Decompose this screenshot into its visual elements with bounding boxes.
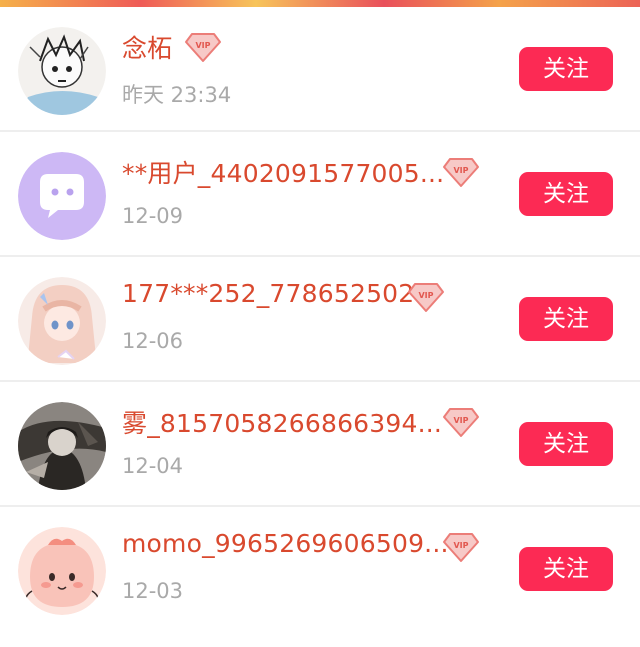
follower-list: 念柘 VIP 昨天 23:34 关注 **用户_4402091577005...… xyxy=(0,7,640,632)
svg-text:VIP: VIP xyxy=(418,291,433,300)
timestamp: 昨天 23:34 xyxy=(122,83,232,107)
svg-text:VIP: VIP xyxy=(195,41,210,50)
follow-button[interactable]: 关注 xyxy=(519,297,613,341)
timestamp: 12-06 xyxy=(122,329,184,353)
avatar[interactable] xyxy=(18,152,106,240)
username[interactable]: 177***252_778652502 xyxy=(122,279,414,308)
vip-diamond-icon: VIP xyxy=(408,283,444,312)
list-item[interactable]: momo_9965269606509... VIP 12-03 关注 xyxy=(0,507,640,632)
svg-text:VIP: VIP xyxy=(453,541,468,550)
follow-button[interactable]: 关注 xyxy=(519,47,613,91)
vip-diamond-icon: VIP xyxy=(443,158,479,187)
avatar[interactable] xyxy=(18,27,106,115)
list-item[interactable]: 念柘 VIP 昨天 23:34 关注 xyxy=(0,7,640,132)
svg-text:VIP: VIP xyxy=(453,416,468,425)
avatar[interactable] xyxy=(18,402,106,490)
timestamp: 12-04 xyxy=(122,454,184,478)
follow-button[interactable]: 关注 xyxy=(519,422,613,466)
vip-diamond-icon: VIP xyxy=(185,33,221,62)
list-item[interactable]: 177***252_778652502 VIP 12-06 关注 xyxy=(0,257,640,382)
svg-text:VIP: VIP xyxy=(453,166,468,175)
vip-diamond-icon: VIP xyxy=(443,408,479,437)
list-item[interactable]: **用户_4402091577005... VIP 12-09 关注 xyxy=(0,132,640,257)
timestamp: 12-09 xyxy=(122,204,184,228)
avatar[interactable] xyxy=(18,527,106,615)
username[interactable]: momo_9965269606509... xyxy=(122,529,449,558)
header-banner-edge xyxy=(0,0,640,7)
list-item[interactable]: 雾_8157058266866394... VIP 12-04 关注 xyxy=(0,382,640,507)
avatar[interactable] xyxy=(18,277,106,365)
follow-button[interactable]: 关注 xyxy=(519,172,613,216)
vip-diamond-icon: VIP xyxy=(443,533,479,562)
timestamp: 12-03 xyxy=(122,579,184,603)
username[interactable]: 念柘 xyxy=(122,29,172,65)
follow-button[interactable]: 关注 xyxy=(519,547,613,591)
username[interactable]: 雾_8157058266866394... xyxy=(122,404,442,440)
username[interactable]: **用户_4402091577005... xyxy=(122,154,444,190)
